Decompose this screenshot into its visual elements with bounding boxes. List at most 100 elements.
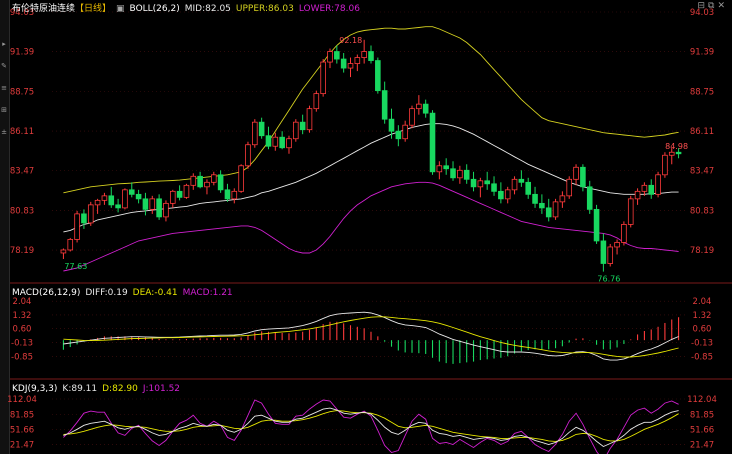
macd-tick-label-left: -0.85 [11,352,33,362]
candle-body [416,103,422,110]
candle-body [470,178,477,188]
boll-indicator-name[interactable]: BOLL(26,2) [130,4,180,14]
price-tick-label-right: 88.75 [690,87,714,97]
kdj-tick-label-left: 81.85 [10,410,34,420]
kdj-indicator-name[interactable]: KDJ(9,3,3) [12,384,57,394]
last-price-label: 84.98 [665,142,688,151]
candle-body [135,193,142,200]
macd-header: MACD(26,12,9) DIFF:0.19 DEA:-0.41 MACD:1.21 [12,288,238,298]
macd-tick-label-right: -0.13 [691,339,713,349]
high-price-label: 92.18 [339,36,362,45]
candle-body [224,189,231,200]
kdj-tick-label-left: 51.66 [10,425,34,435]
candle-body [320,61,326,95]
candle-body [607,246,614,264]
macd-indicator-name[interactable]: MACD(26,12,9) [12,288,80,298]
candle-body [347,63,354,69]
candle-body [450,168,456,179]
candle-body [60,249,67,254]
candle-body [559,195,566,203]
kdj-j-value: J:101.52 [142,384,181,394]
price-tick-label-right: 94.03 [690,8,714,18]
price-tick-label-right: 78.19 [690,246,714,256]
candle-body [115,204,121,209]
candle-body [286,138,292,149]
candle-body [655,174,661,195]
price-tick-label-left: 91.39 [10,48,34,58]
macd-dea-value: DEA:-0.41 [132,288,178,298]
low-price-label-right: 76.76 [597,275,620,284]
candle-body [204,181,210,188]
candle-body [388,118,395,132]
candle-body [477,180,484,188]
boll-lower-line [63,181,679,272]
candle-body [648,184,655,195]
candle-body [627,198,634,225]
macd-tick-label-right: -0.85 [691,352,713,362]
price-tick-label-right: 80.83 [690,206,714,216]
kdj-d-line [63,410,679,442]
price-tick-label-left: 80.83 [10,206,34,216]
candle-body [614,242,620,248]
candle-body [169,190,176,204]
candle-body [197,175,203,188]
candle-body [498,190,504,200]
kdj-tick-label-left: 21.47 [10,441,34,451]
candle-body [422,103,429,114]
candle-body [81,213,87,224]
candle-body [245,144,251,167]
macd-tick-label-right: 0.60 [693,325,712,335]
macd-tick-label-right: 1.32 [693,311,712,321]
candle-body [641,184,648,192]
candle-body [183,184,190,198]
candle-body [368,51,374,61]
candle-body [539,202,545,209]
candle-body [484,180,490,185]
price-header: 布伦特原油连续【日线】 ▣ BOLL(26,2) MID:82.05 UPPER:86.… [12,1,365,14]
candle-body [566,178,573,197]
candle-body [149,198,156,210]
candle-body [128,189,135,195]
candle-body [272,136,279,147]
candle-body [299,121,306,131]
candle-body [293,121,299,140]
candle-body [504,189,511,200]
price-tick-label-left: 88.75 [10,87,34,97]
candle-body [334,51,340,60]
candle-body [593,208,600,242]
kdj-k-value: K:89.11 [62,384,98,394]
candle-body [190,175,197,186]
candle-body [457,169,463,179]
macd-tick-label-left: 1.32 [13,311,32,321]
candle-body [518,178,525,183]
candle-body [402,124,408,140]
candle-body [573,166,579,180]
candle-body [409,108,415,126]
period-label[interactable]: 【日线】 [75,4,111,14]
candle-body [327,51,333,63]
macd-tick-label-left: 0.60 [13,325,32,335]
candle-body [67,239,74,251]
price-tick-label-left: 83.47 [10,167,34,177]
candle-body [668,151,675,156]
candle-body [361,51,367,58]
candle-body [511,178,518,191]
candle-body [586,186,593,210]
candle-body [210,174,217,183]
symbol-name[interactable]: 布伦特原油连续 [12,4,75,14]
kdj-tick-label-right: 81.85 [690,410,714,420]
candle-body [176,190,183,198]
candle-body [108,195,115,206]
candle-body [545,207,552,218]
macd-macd-value: MACD:1.21 [182,288,233,298]
price-tick-label-right: 83.47 [690,167,714,177]
candle-body [375,60,381,92]
price-tick-label-right: 91.39 [690,48,714,58]
candle-body [340,58,347,69]
candle-body [525,181,532,195]
candle-body [101,195,108,201]
kdj-tick-label-right: 112.04 [687,395,717,405]
candle-body [532,193,538,204]
price-tick-label-left: 86.11 [10,127,34,137]
lock-icon: ▣ [116,4,125,14]
